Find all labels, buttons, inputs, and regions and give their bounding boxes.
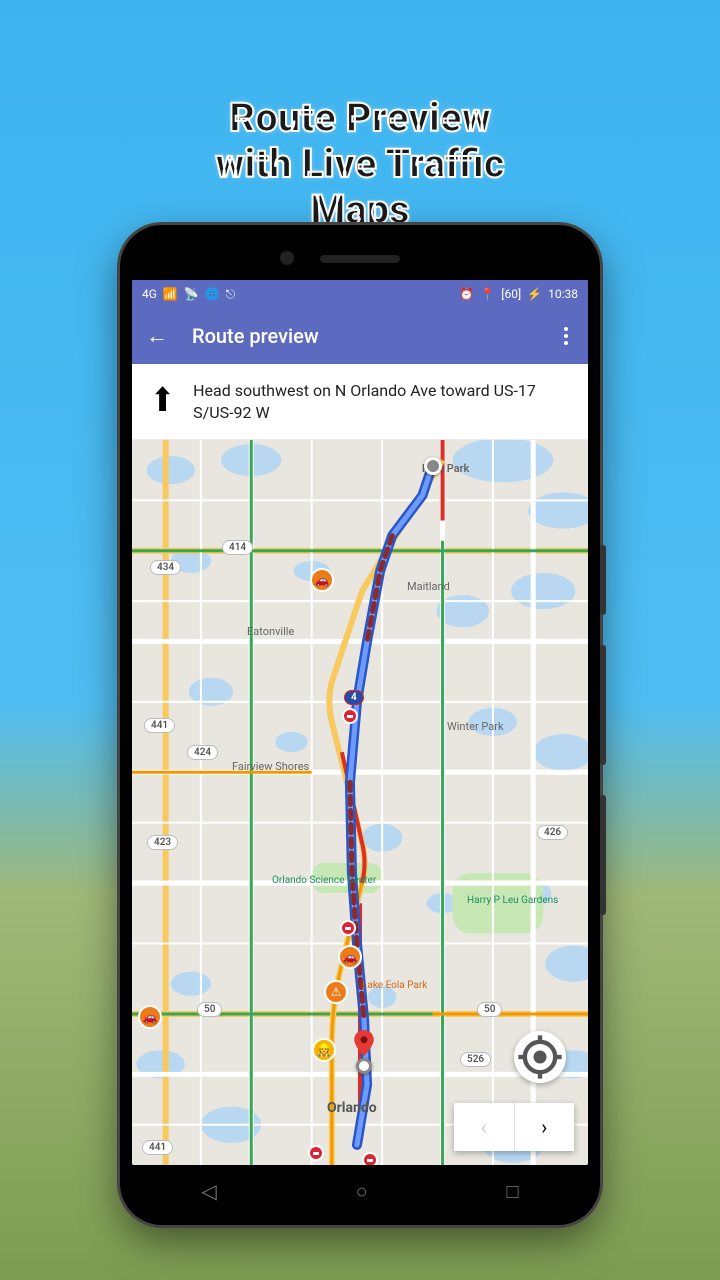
alarm-icon: ⏰ — [459, 287, 474, 301]
map-view[interactable]: Fern Park Maitland Eatonville Fairview S… — [132, 440, 588, 1165]
route-start — [424, 457, 442, 475]
label-maitland: Maitland — [407, 580, 450, 593]
menu-button[interactable] — [558, 321, 574, 351]
shield-434: 434 — [150, 560, 181, 575]
prev-step-button[interactable]: ‹ — [454, 1103, 514, 1151]
location-icon: 📍 — [480, 287, 495, 301]
shield-526: 526 — [460, 1052, 491, 1067]
globe-icon: 🌐 — [205, 287, 220, 301]
label-eatonville: Eatonville — [247, 625, 294, 638]
shield-441a: 441 — [144, 718, 175, 733]
poi-leu-gardens: Harry P Leu Gardens — [467, 895, 558, 906]
road-closed-icon[interactable] — [308, 1145, 324, 1161]
volume-down-button — [600, 795, 606, 915]
back-button[interactable]: ← — [146, 323, 168, 349]
poi-science-center: Orlando Science Center — [272, 875, 376, 886]
label-winter-park: Winter Park — [447, 720, 504, 733]
power-button — [600, 545, 606, 615]
appbar-title: Route preview — [192, 324, 319, 348]
label-orlando: Orlando — [327, 1100, 377, 1116]
next-step-button[interactable]: › — [515, 1103, 575, 1151]
volume-up-button — [600, 645, 606, 765]
promo-line2: with Live Traffic Maps — [180, 141, 540, 233]
phone-frame: 4G 📶 📡 🌐 ⎋ ⏰ 📍 [60] ⚡ 10:38 ← Route prev… — [120, 225, 600, 1225]
route-end — [356, 1058, 372, 1074]
shield-441b: 441 — [142, 1140, 173, 1155]
nav-back-button[interactable]: ◁ — [201, 1179, 216, 1203]
recenter-button[interactable] — [514, 1031, 566, 1083]
step-controls: ‹ › — [454, 1103, 574, 1151]
shield-414: 414 — [222, 540, 253, 555]
nav-recent-button[interactable]: □ — [506, 1179, 518, 1204]
promo-title: Route Preview with Live Traffic Maps — [180, 95, 540, 233]
nav-home-button[interactable]: ○ — [356, 1179, 368, 1204]
usb-icon: ⎋ — [226, 287, 236, 302]
status-bar: 4G 📶 📡 🌐 ⎋ ⏰ 📍 [60] ⚡ 10:38 — [132, 280, 588, 308]
construction-icon[interactable]: 👷 — [312, 1038, 336, 1062]
shield-424: 424 — [187, 745, 218, 760]
shield-50a: 50 — [197, 1002, 222, 1017]
front-camera — [280, 251, 294, 265]
clock: 10:38 — [548, 287, 578, 301]
incident-icon[interactable]: 🚗 — [138, 1005, 162, 1029]
incident-icon[interactable]: 🚗 — [310, 568, 334, 592]
direction-text: Head southwest on N Orlando Ave toward U… — [193, 380, 570, 423]
shield-50b: 50 — [477, 1002, 502, 1017]
system-navbar: ◁ ○ □ — [132, 1169, 588, 1213]
shield-426: 426 — [537, 825, 568, 840]
signal-icon: 📶 — [163, 287, 178, 301]
shield-i4: 4 — [344, 690, 364, 705]
network-indicator: 4G — [142, 287, 157, 301]
wifi-icon: 📡 — [184, 287, 199, 301]
promo-line1: Route Preview — [180, 95, 540, 141]
poi-eola: Lake Eola Park — [362, 980, 427, 991]
destination-pin-icon[interactable] — [351, 1030, 377, 1056]
incident-icon[interactable]: 🚗 — [338, 945, 362, 969]
direction-card[interactable]: ⬆ Head southwest on N Orlando Ave toward… — [132, 364, 588, 439]
battery-indicator: [60] — [501, 287, 521, 301]
screen: 4G 📶 📡 🌐 ⎋ ⏰ 📍 [60] ⚡ 10:38 ← Route prev… — [132, 280, 588, 1165]
speaker-grille — [320, 255, 400, 263]
label-fairview: Fairview Shores — [232, 760, 309, 773]
straight-arrow-icon: ⬆ — [150, 379, 175, 424]
road-closed-icon[interactable] — [362, 1152, 378, 1165]
warning-icon[interactable]: ⚠ — [324, 980, 348, 1004]
road-closed-icon[interactable] — [340, 920, 356, 936]
shield-423: 423 — [147, 835, 178, 850]
road-closed-icon[interactable] — [342, 708, 358, 724]
app-bar: ← Route preview — [132, 308, 588, 364]
charging-icon: ⚡ — [527, 287, 542, 301]
